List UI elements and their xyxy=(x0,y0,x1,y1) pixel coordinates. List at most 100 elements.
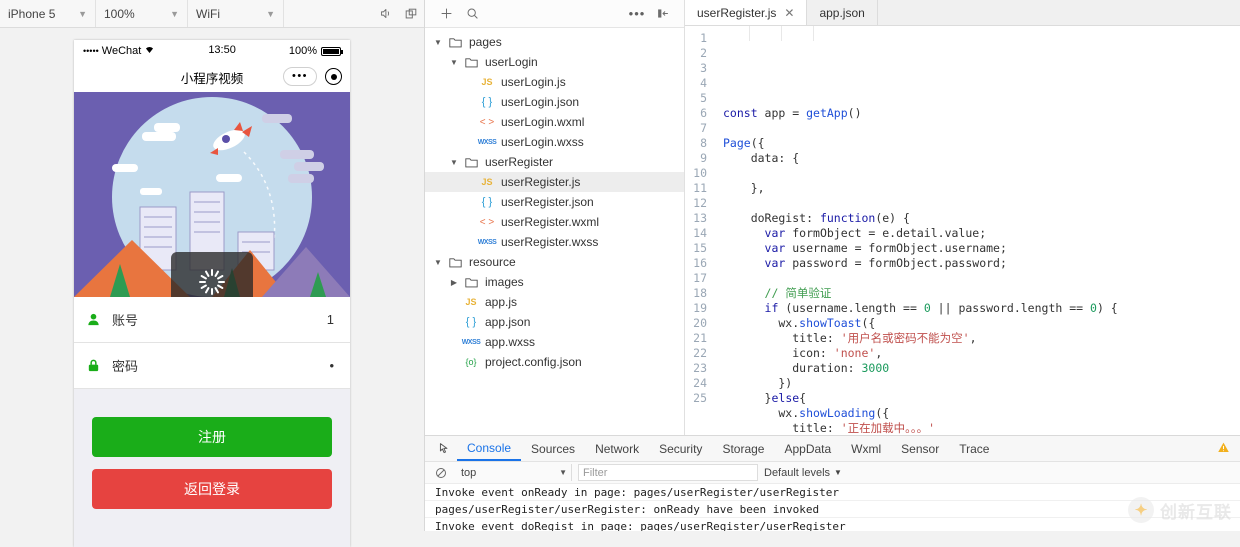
loading-spinner-icon xyxy=(199,269,225,295)
code-line[interactable]: icon: 'none', xyxy=(723,346,1240,361)
file-tree-item[interactable]: { } userRegister.json xyxy=(425,192,684,212)
file-tree-item[interactable]: ▼ userLogin xyxy=(425,52,684,72)
chevron-down-icon[interactable]: ▼ xyxy=(431,258,445,267)
console-tab-sensor[interactable]: Sensor xyxy=(891,436,949,461)
file-tree-item[interactable]: ▼ pages xyxy=(425,32,684,52)
file-tree-item[interactable]: < > userRegister.wxml xyxy=(425,212,684,232)
console-levels-select[interactable]: Default levels ▼ xyxy=(764,467,842,479)
user-icon xyxy=(86,312,108,327)
account-label: 账号 xyxy=(112,313,139,328)
chevron-right-icon[interactable]: ▶ xyxy=(447,278,461,287)
console-context-select[interactable]: top ▼ xyxy=(457,464,572,481)
password-input[interactable]: • xyxy=(329,358,338,373)
warning-icon[interactable] xyxy=(1217,441,1240,457)
console-tab-network[interactable]: Network xyxy=(585,436,649,461)
code-line[interactable]: if (username.length == 0 || password.len… xyxy=(723,301,1240,316)
code-line[interactable]: wx.showToast({ xyxy=(723,316,1240,331)
code-line[interactable]: var formObject = e.detail.value; xyxy=(723,226,1240,241)
search-icon[interactable] xyxy=(459,1,485,27)
collapse-panel-icon[interactable] xyxy=(650,1,676,27)
status-bar-right: 100% xyxy=(289,45,343,57)
device-select[interactable]: iPhone 5 ▼ xyxy=(0,0,96,27)
file-tree-item[interactable]: ▼ resource xyxy=(425,252,684,272)
js-file-icon: JS xyxy=(481,177,493,187)
file-tree-item[interactable]: WXSS app.wxss xyxy=(425,332,684,352)
editor-tab-bar[interactable]: userRegister.js ✕ app.json xyxy=(685,0,1240,26)
file-tree-item[interactable]: JS userRegister.js xyxy=(425,172,684,192)
close-icon[interactable]: ✕ xyxy=(784,6,794,20)
code-line[interactable]: }else{ xyxy=(723,391,1240,406)
file-tree-item[interactable]: ▼ userRegister xyxy=(425,152,684,172)
network-select-value: WiFi xyxy=(196,6,220,21)
file-tree-item[interactable]: { } userLogin.json xyxy=(425,92,684,112)
code-line[interactable]: title: '正在加载中。。。' xyxy=(723,421,1240,436)
file-tree-item[interactable]: {o} project.config.json xyxy=(425,352,684,372)
form-buttons: 注册 返回登录 xyxy=(74,417,350,521)
password-row[interactable]: 密码 • xyxy=(74,343,350,389)
inspect-element-icon[interactable] xyxy=(431,442,457,455)
editor-tab[interactable]: app.json xyxy=(807,0,878,25)
signal-dots-icon: ••••• xyxy=(83,46,99,56)
file-tree-item[interactable]: ▶ images xyxy=(425,272,684,292)
rotate-screen-icon[interactable] xyxy=(398,0,424,27)
console-filter-input[interactable]: Filter xyxy=(578,464,758,481)
code-line[interactable]: wx.showLoading({ xyxy=(723,406,1240,421)
back-to-login-button[interactable]: 返回登录 xyxy=(92,469,332,509)
code-line[interactable]: duration: 3000 xyxy=(723,361,1240,376)
page-title: 小程序视频 xyxy=(180,71,244,86)
console-tab-bar[interactable]: Console Sources Network Security Storage AppD… xyxy=(425,436,1240,462)
code-line[interactable]: Page({ xyxy=(723,136,1240,151)
file-tree-item[interactable]: { } app.json xyxy=(425,312,684,332)
console-tab-security[interactable]: Security xyxy=(649,436,712,461)
clear-console-icon[interactable] xyxy=(431,467,451,479)
code-line[interactable]: }) xyxy=(723,376,1240,391)
code-line[interactable] xyxy=(723,121,1240,136)
chevron-down-icon[interactable]: ▼ xyxy=(447,58,461,67)
add-file-button[interactable] xyxy=(433,1,459,27)
line-number: 23 xyxy=(693,361,707,375)
console-tab-sources[interactable]: Sources xyxy=(521,436,585,461)
target-icon[interactable] xyxy=(325,68,342,85)
zoom-select[interactable]: 100% ▼ xyxy=(96,0,188,27)
line-number: 18 xyxy=(693,286,707,300)
more-options-icon[interactable]: ••• xyxy=(624,1,650,27)
network-select[interactable]: WiFi ▼ xyxy=(188,0,284,27)
code-line[interactable]: doRegist: function(e) { xyxy=(723,211,1240,226)
file-tree-item-label: userLogin.json xyxy=(501,95,580,109)
code-line[interactable]: const app = getApp() xyxy=(723,106,1240,121)
code-line[interactable]: // 简单验证 xyxy=(723,286,1240,301)
file-tree-item-label: userRegister xyxy=(485,155,554,169)
more-dots-icon: ••• xyxy=(291,70,309,82)
line-number: 20 xyxy=(693,316,707,330)
more-menu-button[interactable]: ••• xyxy=(283,67,317,86)
code-line[interactable] xyxy=(723,166,1240,181)
file-tree-item[interactable]: JS userLogin.js xyxy=(425,72,684,92)
code-line[interactable]: var password = formObject.password; xyxy=(723,256,1240,271)
account-row[interactable]: 账号 1 xyxy=(74,297,350,343)
chevron-down-icon[interactable]: ▼ xyxy=(431,38,445,47)
file-tree-item[interactable]: JS app.js xyxy=(425,292,684,312)
line-number: 14 xyxy=(693,226,707,240)
register-button[interactable]: 注册 xyxy=(92,417,332,457)
file-tree-item[interactable]: WXSS userLogin.wxss xyxy=(425,132,684,152)
chevron-down-icon[interactable]: ▼ xyxy=(447,158,461,167)
console-tab-console[interactable]: Console xyxy=(457,436,522,461)
code-line[interactable]: title: '用户名或密码不能为空', xyxy=(723,331,1240,346)
code-line[interactable] xyxy=(723,271,1240,286)
code-line[interactable] xyxy=(723,196,1240,211)
console-tab-trace[interactable]: Trace xyxy=(949,436,999,461)
volume-icon[interactable] xyxy=(372,0,398,27)
console-tab-wxml[interactable]: Wxml xyxy=(841,436,891,461)
code-line[interactable]: data: { xyxy=(723,151,1240,166)
account-input[interactable]: 1 xyxy=(327,312,338,327)
file-tree-item[interactable]: WXSS userRegister.wxss xyxy=(425,232,684,252)
code-line[interactable]: }, xyxy=(723,181,1240,196)
file-tree-item-label: userLogin.wxml xyxy=(501,115,585,129)
console-tab-storage[interactable]: Storage xyxy=(712,436,774,461)
file-tree-item[interactable]: < > userLogin.wxml xyxy=(425,112,684,132)
code-line[interactable]: var username = formObject.username; xyxy=(723,241,1240,256)
editor-tab-label: app.json xyxy=(819,5,865,20)
editor-tab[interactable]: userRegister.js ✕ xyxy=(685,0,808,25)
console-tab-appdata[interactable]: AppData xyxy=(774,436,841,461)
line-number: 19 xyxy=(693,301,707,315)
